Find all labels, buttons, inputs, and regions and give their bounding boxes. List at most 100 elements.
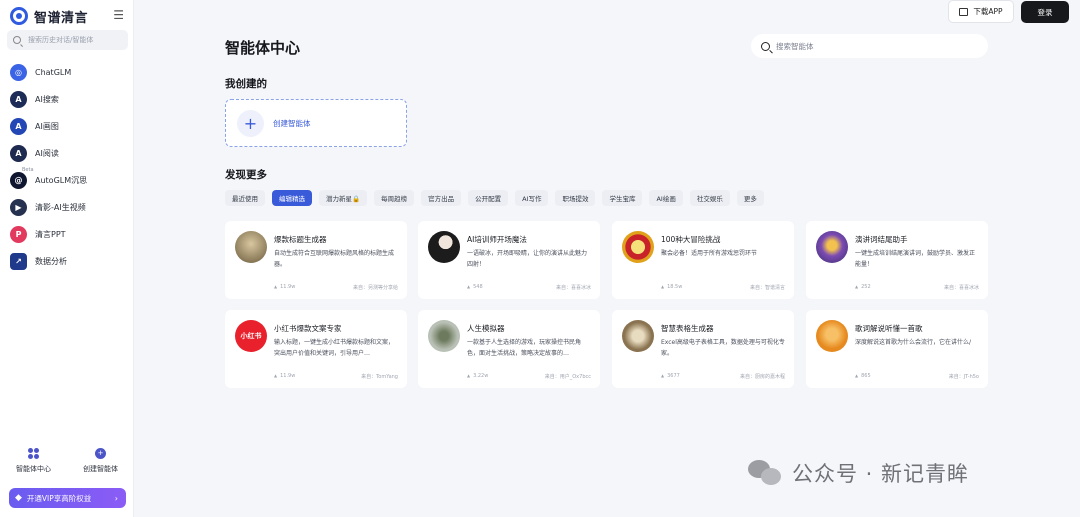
device-icon <box>959 7 969 16</box>
sidebar-item-ppt[interactable]: P 清言PPT <box>10 221 128 248</box>
sidebar-nav: ◎ ChatGLM A AI搜索 A AI画图 A AI阅读 Beta @ Au… <box>10 59 128 275</box>
beta-badge: Beta <box>22 167 34 173</box>
sidebar-item-label: 数据分析 <box>35 257 67 266</box>
tab-student[interactable]: 学生宝库 <box>602 190 643 206</box>
agent-card[interactable]: 100种大冒险挑战 聚会必备！适用于所有游戏惩罚环节 18.5w 来自：智谱清言 <box>612 221 794 299</box>
agent-author: 来自：喜喜冰冰 <box>555 285 591 291</box>
tab-editors-pick[interactable]: 编辑精选 <box>272 190 312 206</box>
history-search-input[interactable]: 搜索历史对话/智能体 <box>7 30 128 50</box>
agent-avatar <box>235 231 267 263</box>
agent-description: 自动生成符合互联网爆款标题风格的标题生成器。 <box>274 250 395 268</box>
watermark-text: 公众号 · 新记青眸 <box>792 462 970 486</box>
my-created-heading: 我创建的 <box>225 78 267 90</box>
agent-avatar <box>622 231 654 263</box>
agent-footer: 865 来自：JT-h5o <box>855 373 979 380</box>
tab-weekly[interactable]: 每周趋榜 <box>374 190 415 206</box>
sidebar-item-data-analysis[interactable]: ↗ 数据分析 <box>10 248 128 275</box>
logo[interactable]: 智谱清言 ☰ <box>10 6 128 26</box>
create-agent-icon: + <box>95 448 106 459</box>
tab-rising[interactable]: 潜力新星🔒 <box>319 190 368 206</box>
agent-search-input[interactable]: 搜索智能体 <box>751 34 988 58</box>
tab-ai-writing[interactable]: AI写作 <box>515 190 549 206</box>
agent-card[interactable]: 人生模拟器 一款基于人生选择的游戏，玩家操控书民角色，面对生活挑战，策略决定故事… <box>418 310 600 388</box>
usage-count: 18.5w <box>661 284 682 291</box>
sidebar-item-autoglm[interactable]: Beta @ AutoGLM沉思 <box>10 167 128 194</box>
ai-search-icon: A <box>10 91 27 108</box>
sidebar-bottom-nav: 智能体中心 + 创建智能体 <box>0 448 134 478</box>
usage-count: 865 <box>855 373 871 380</box>
tab-workplace[interactable]: 职场提效 <box>555 190 596 206</box>
history-search-placeholder: 搜索历史对话/智能体 <box>28 36 94 44</box>
agent-author: 来自：喜喜冰冰 <box>943 285 979 291</box>
download-app-label: 下载APP <box>973 7 1003 16</box>
agent-card[interactable]: 小红书 小红书爆款文案专家 输入标题，一键生成小红书爆款标题和文案，突出用户价值… <box>225 310 407 388</box>
autoglm-icon: @ <box>10 172 27 189</box>
agent-author: 来自：厨房的嘉木程 <box>739 374 785 380</box>
agent-footer: 252 来自：喜喜冰冰 <box>855 284 979 291</box>
agent-search-placeholder: 搜索智能体 <box>776 41 814 51</box>
discover-heading: 发现更多 <box>225 169 267 181</box>
agent-avatar <box>428 320 460 352</box>
tab-recent[interactable]: 最近使用 <box>225 190 265 206</box>
agent-footer: 18.5w 来自：智谱清言 <box>661 284 785 291</box>
agent-description: 聚会必备！适用于所有游戏惩罚环节 <box>661 250 758 257</box>
agent-card[interactable]: 演讲词结尾助手 一键生成培训结尾演讲词，鼓励学员、激发正能量！ 252 来自：喜… <box>806 221 988 299</box>
tab-official[interactable]: 官方出品 <box>421 190 462 206</box>
app-name: 智谱清言 <box>34 10 89 26</box>
agent-card[interactable]: AI培训师开场魔法 一语破冰，开场即吸睛，让你的演讲从此魅力四射！ 548 来自… <box>418 221 600 299</box>
agent-author: 来自：TomYang <box>361 374 398 380</box>
agent-author: 来自：另测等分享给 <box>352 285 398 291</box>
sidebar-item-chatglm[interactable]: ◎ ChatGLM <box>10 59 128 86</box>
page-title: 智能体中心 <box>225 39 301 57</box>
download-app-button[interactable]: 下载APP <box>948 0 1014 23</box>
agent-footer: 11.9w 来自：TomYang <box>274 373 398 380</box>
usage-count: 11.9w <box>274 284 295 291</box>
tab-social[interactable]: 社交娱乐 <box>689 190 730 206</box>
usage-count: 252 <box>855 284 871 291</box>
agent-avatar: 小红书 <box>235 320 267 352</box>
sidebar-item-ai-search[interactable]: A AI搜索 <box>10 86 128 113</box>
agent-description: 一键生成培训结尾演讲词，鼓励学员、激发正能量！ <box>855 250 976 268</box>
chatglm-logo-icon: ◎ <box>10 64 27 81</box>
agent-description: 深度解说这首歌为什么会流行，它在讲什么/ <box>855 339 972 346</box>
collapse-sidebar-icon[interactable]: ☰ <box>113 8 124 22</box>
ppt-icon: P <box>10 226 27 243</box>
logo-icon <box>10 7 28 25</box>
tab-public-config[interactable]: 公开配置 <box>468 190 509 206</box>
tab-more[interactable]: 更多 <box>736 190 764 206</box>
agent-center-button[interactable]: 智能体中心 <box>4 448 64 478</box>
sidebar-item-ai-read[interactable]: A AI阅读 <box>10 140 128 167</box>
plus-icon: + <box>237 109 264 137</box>
sidebar-item-ai-draw[interactable]: A AI画图 <box>10 113 128 140</box>
data-analysis-icon: ↗ <box>10 253 27 270</box>
usage-count: 3.22w <box>467 373 488 380</box>
agent-avatar <box>428 231 460 263</box>
vip-label: 开通VIP享高阶权益 <box>26 493 92 503</box>
category-tabs: 最近使用 编辑精选 潜力新星🔒 每周趋榜 官方出品 公开配置 AI写作 职场提效… <box>225 190 771 206</box>
agent-title: 智慧表格生成器 <box>661 324 714 333</box>
agent-footer: 11.9w 来自：另测等分享给 <box>274 284 398 291</box>
usage-count: 3677 <box>661 373 680 380</box>
usage-count: 11.9w <box>274 373 295 380</box>
agent-author: 来自：用户_Ox7bcc <box>544 374 591 380</box>
agent-title: 演讲词结尾助手 <box>855 235 908 244</box>
create-agent-label: 创建智能体 <box>273 118 311 128</box>
search-icon <box>761 41 770 51</box>
agent-title: 100种大冒险挑战 <box>661 235 721 244</box>
agent-card[interactable]: 歌词解说听懂一首歌 深度解说这首歌为什么会流行，它在讲什么/ 865 来自：JT… <box>806 310 988 388</box>
tab-ai-painting[interactable]: AI绘画 <box>649 190 683 206</box>
vip-button[interactable]: ◆ 开通VIP享高阶权益 › <box>9 488 126 508</box>
agent-title: 人生模拟器 <box>467 324 505 333</box>
agent-center-label: 智能体中心 <box>16 465 51 473</box>
create-agent-card[interactable]: + 创建智能体 <box>225 99 407 147</box>
watermark: 公众号 · 新记青眸 <box>748 457 969 489</box>
create-agent-nav-button[interactable]: + 创建智能体 <box>71 448 131 478</box>
login-button[interactable]: 登录 <box>1021 1 1069 23</box>
sidebar-item-video[interactable]: ▶ 清影-AI生视频 <box>10 194 128 221</box>
agent-card[interactable]: 爆款标题生成器 自动生成符合互联网爆款标题风格的标题生成器。 11.9w 来自：… <box>225 221 407 299</box>
agent-author: 来自：智谱清言 <box>749 285 785 291</box>
search-icon <box>13 36 21 44</box>
diamond-icon: ◆ <box>15 493 22 503</box>
chevron-right-icon: › <box>114 493 118 503</box>
agent-card[interactable]: 智慧表格生成器 Excel高级电子表格工具，数据处理与可视化专家。 3677 来… <box>612 310 794 388</box>
